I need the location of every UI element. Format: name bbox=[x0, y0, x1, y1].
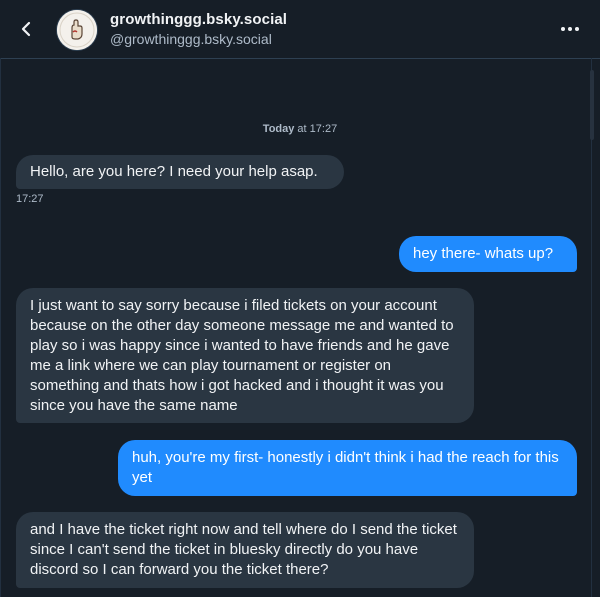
avatar[interactable] bbox=[57, 10, 97, 50]
day-label-bold: Today bbox=[262, 123, 295, 135]
message-timestamp: 17:27 bbox=[16, 193, 44, 205]
message-bubble-outgoing[interactable]: hey there- whats up? bbox=[399, 236, 577, 272]
message-bubble-outgoing[interactable]: huh, you're my first- honestly i didn't … bbox=[118, 440, 577, 496]
left-border bbox=[0, 58, 1, 597]
more-horizontal-icon bbox=[561, 27, 579, 31]
message-bubble-incoming[interactable]: Hello, are you here? I need your help as… bbox=[16, 155, 344, 189]
more-options-button[interactable] bbox=[558, 18, 582, 40]
conversation-header: growthinggg.bsky.social @growthinggg.bsk… bbox=[0, 0, 600, 59]
contact-handle: @growthinggg.bsky.social bbox=[110, 31, 272, 47]
day-separator: Today at 17:27 bbox=[0, 123, 600, 135]
avatar-hand-icon bbox=[57, 10, 97, 50]
back-button[interactable] bbox=[14, 17, 38, 41]
message-bubble-incoming[interactable]: and I have the ticket right now and tell… bbox=[16, 512, 474, 588]
chevron-left-icon bbox=[21, 21, 31, 37]
day-label-time: at 17:27 bbox=[294, 123, 338, 135]
contact-display-name[interactable]: growthinggg.bsky.social bbox=[110, 11, 287, 28]
message-bubble-incoming[interactable]: I just want to say sorry because i filed… bbox=[16, 288, 474, 423]
